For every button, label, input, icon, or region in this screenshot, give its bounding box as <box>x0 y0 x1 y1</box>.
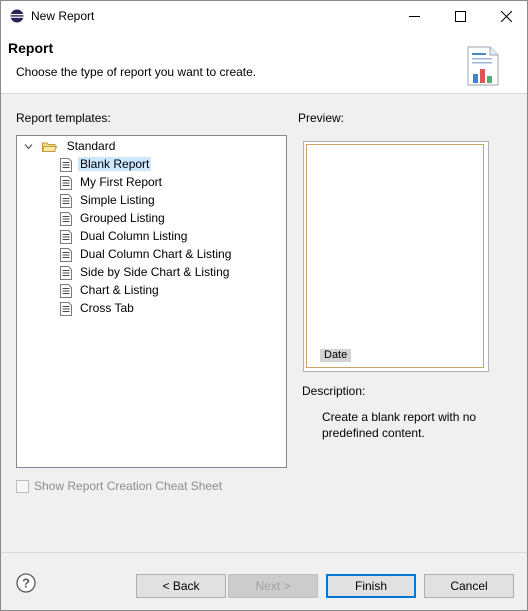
cancel-button[interactable]: Cancel <box>424 574 514 598</box>
report-wizard-icon <box>467 46 499 86</box>
report-template-icon <box>60 265 72 280</box>
tree-item-label: Cross Tab <box>80 301 134 315</box>
maximize-button[interactable] <box>437 2 483 31</box>
preview-date-label: Date <box>320 349 352 362</box>
finish-button[interactable]: Finish <box>326 574 416 598</box>
tree-item[interactable]: Side by Side Chart & Listing <box>60 264 231 281</box>
tree-item[interactable]: Chart & Listing <box>60 282 161 299</box>
report-template-icon <box>60 157 72 172</box>
report-template-icon <box>60 193 72 208</box>
cheat-sheet-option: Show Report Creation Cheat Sheet <box>16 479 222 493</box>
back-button[interactable]: < Back <box>136 574 226 598</box>
next-button[interactable]: Next > <box>228 574 318 598</box>
preview-page: Date <box>306 144 484 368</box>
tree-item[interactable]: My First Report <box>60 174 164 191</box>
tree-item-label: Dual Column Listing <box>80 229 188 243</box>
tree-item[interactable]: Dual Column Chart & Listing <box>60 246 233 263</box>
eclipse-icon <box>10 9 24 23</box>
report-template-icon <box>60 301 72 316</box>
close-icon <box>500 11 512 22</box>
preview-panel: Date <box>303 141 489 372</box>
page-title: Report <box>8 40 54 56</box>
tree-item[interactable]: Dual Column Listing <box>60 228 189 245</box>
description-text: Create a blank report with no predefined… <box>322 410 477 440</box>
tree-item[interactable]: Blank Report <box>60 156 152 173</box>
report-template-icon <box>60 283 72 298</box>
tree-item-label: Dual Column Chart & Listing <box>80 247 232 261</box>
minimize-icon <box>408 16 420 17</box>
tree-item-label: Chart & Listing <box>80 283 159 297</box>
wizard-banner: Report Choose the type of report you wan… <box>1 31 527 94</box>
folder-open-icon <box>42 142 58 152</box>
cheat-sheet-label: Show Report Creation Cheat Sheet <box>34 479 223 493</box>
page-description: Choose the type of report you want to cr… <box>16 65 257 79</box>
tree-item[interactable]: Grouped Listing <box>60 210 167 227</box>
tree-item-label: Blank Report <box>78 157 152 171</box>
report-template-icon <box>60 175 72 190</box>
tree-item-label: Simple Listing <box>80 193 155 207</box>
tree-folder-standard[interactable]: Standard <box>24 138 117 155</box>
help-icon[interactable]: ? <box>16 573 36 593</box>
chevron-down-icon[interactable] <box>24 142 33 151</box>
description-label: Description: <box>302 384 366 398</box>
report-template-icon <box>60 211 72 226</box>
tree-item-label: My First Report <box>80 175 163 189</box>
report-template-icon <box>60 229 72 244</box>
title-bar: New Report <box>1 1 527 31</box>
templates-label: Report templates: <box>16 111 111 125</box>
window-title: New Report <box>31 9 95 23</box>
tree-item-label: Side by Side Chart & Listing <box>80 265 230 279</box>
tree-item[interactable]: Cross Tab <box>60 300 136 317</box>
cheat-sheet-checkbox[interactable] <box>16 479 29 493</box>
maximize-icon <box>454 11 466 22</box>
tree-item[interactable]: Simple Listing <box>60 192 157 209</box>
folder-label: Standard <box>66 139 116 153</box>
svg-text:?: ? <box>22 576 30 591</box>
close-button[interactable] <box>483 2 528 31</box>
preview-label: Preview: <box>298 111 345 125</box>
report-template-icon <box>60 247 72 262</box>
templates-tree[interactable]: Standard Blank Report My First Report Simp… <box>16 135 287 468</box>
tree-item-label: Grouped Listing <box>80 211 165 225</box>
footer-divider <box>1 552 527 553</box>
minimize-button[interactable] <box>391 2 437 31</box>
